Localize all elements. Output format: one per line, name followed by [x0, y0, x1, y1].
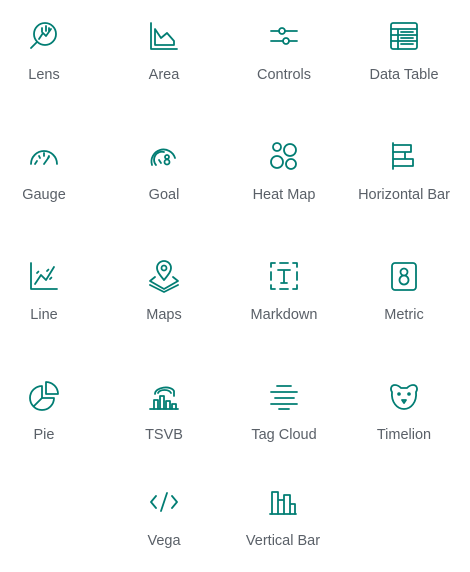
controls-icon	[267, 19, 301, 53]
maps-icon	[147, 259, 181, 293]
viz-label: Heat Map	[252, 187, 316, 203]
viz-option-maps[interactable]: Maps	[105, 243, 223, 323]
viz-label: TSVB	[145, 427, 183, 443]
gauge-icon	[27, 139, 61, 173]
viz-option-heat-map[interactable]: Heat Map	[225, 123, 343, 203]
lens-icon	[27, 19, 61, 53]
viz-label: Gauge	[22, 187, 66, 203]
vega-icon	[147, 485, 181, 519]
viz-option-vertical-bar[interactable]: Vertical Bar	[224, 469, 342, 549]
area-chart-icon	[147, 19, 181, 53]
viz-label: Area	[148, 67, 180, 83]
horizontal-bar-icon	[387, 139, 421, 173]
viz-label: Line	[30, 307, 58, 323]
viz-option-vega[interactable]: Vega	[105, 469, 223, 549]
viz-label: Maps	[146, 307, 182, 323]
viz-option-line[interactable]: Line	[0, 243, 103, 323]
viz-label: Vega	[147, 533, 181, 549]
viz-label: Goal	[148, 187, 180, 203]
viz-option-markdown[interactable]: Markdown	[225, 243, 343, 323]
tsvb-icon	[147, 379, 181, 413]
pie-chart-icon	[27, 379, 61, 413]
tag-cloud-icon	[267, 379, 301, 413]
viz-option-gauge[interactable]: Gauge	[0, 123, 103, 203]
viz-label: Controls	[257, 67, 311, 83]
vertical-bar-icon	[266, 485, 300, 519]
viz-label: Data Table	[369, 67, 439, 83]
viz-label: Horizontal Bar	[358, 187, 450, 203]
viz-label: Tag Cloud	[251, 427, 317, 443]
viz-option-pie[interactable]: Pie	[0, 363, 103, 443]
viz-label: Lens	[28, 67, 60, 83]
viz-option-goal[interactable]: Goal	[105, 123, 223, 203]
viz-option-horizontal-bar[interactable]: Horizontal Bar	[345, 123, 463, 203]
line-chart-icon	[27, 259, 61, 293]
viz-option-metric[interactable]: Metric	[345, 243, 463, 323]
viz-label: Markdown	[250, 307, 318, 323]
viz-option-area[interactable]: Area	[105, 3, 223, 83]
timelion-icon	[387, 379, 421, 413]
viz-option-controls[interactable]: Controls	[225, 3, 343, 83]
heat-map-icon	[267, 139, 301, 173]
viz-option-tsvb[interactable]: TSVB	[105, 363, 223, 443]
viz-label: Timelion	[376, 427, 432, 443]
viz-label: Vertical Bar	[245, 533, 321, 549]
viz-option-lens[interactable]: Lens	[0, 3, 103, 83]
viz-label: Pie	[33, 427, 55, 443]
goal-icon	[147, 139, 181, 173]
metric-icon	[387, 259, 421, 293]
markdown-icon	[267, 259, 301, 293]
viz-option-tag-cloud[interactable]: Tag Cloud	[225, 363, 343, 443]
visualization-type-grid: Lens Area Controls Data Table Gauge Goal	[0, 0, 470, 572]
data-table-icon	[387, 19, 421, 53]
viz-option-timelion[interactable]: Timelion	[345, 363, 463, 443]
viz-option-data-table[interactable]: Data Table	[345, 3, 463, 83]
viz-label: Metric	[384, 307, 424, 323]
